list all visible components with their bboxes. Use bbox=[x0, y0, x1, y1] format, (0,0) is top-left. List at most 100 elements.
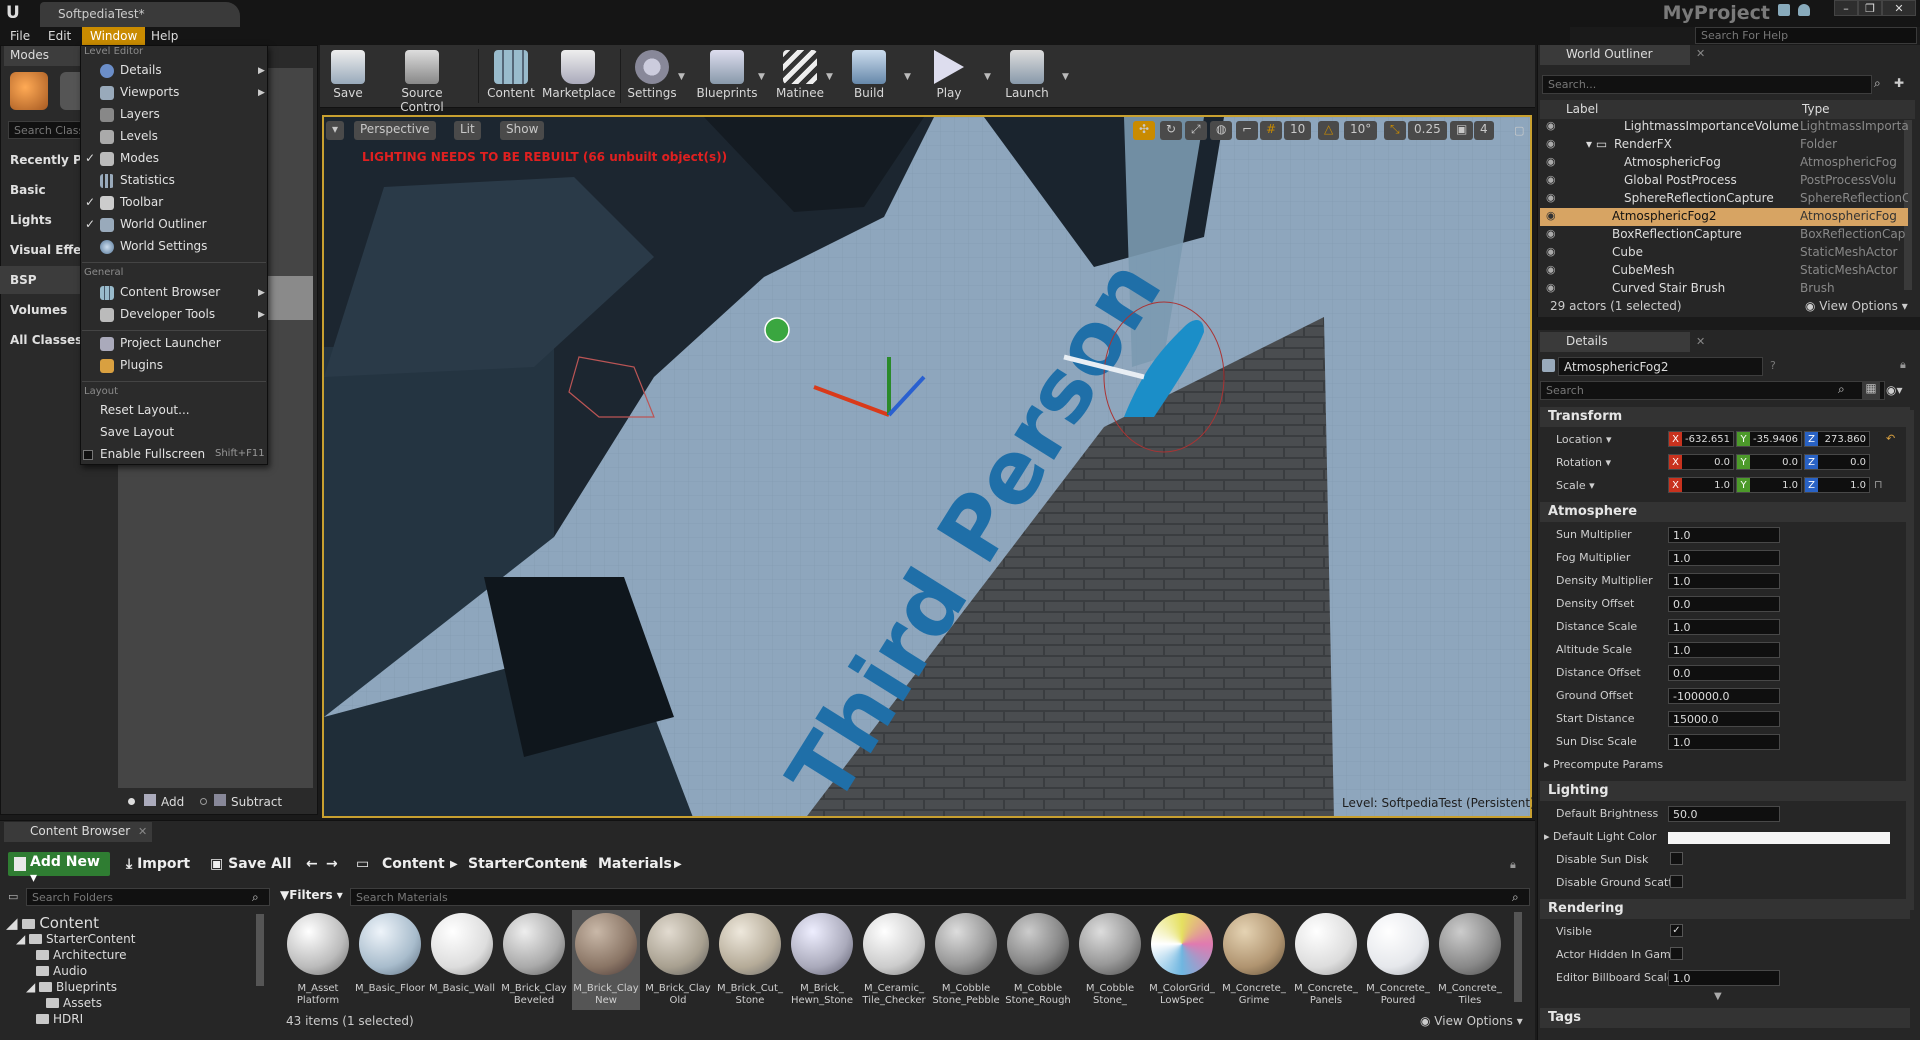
asset-tile[interactable]: M_Cobble Stone_Pebble bbox=[932, 910, 1000, 1010]
scale-lock-icon[interactable]: ⊓ bbox=[1874, 478, 1883, 491]
build-dropdown-icon[interactable]: ▼ bbox=[904, 72, 911, 82]
section-transform[interactable]: Transform bbox=[1540, 407, 1910, 427]
camera-speed-icon[interactable]: ▣ bbox=[1450, 121, 1474, 140]
disable-sun-disk-checkbox[interactable] bbox=[1670, 852, 1683, 865]
blueprints-button[interactable]: Blueprints bbox=[696, 46, 758, 106]
asset-tile[interactable]: M_Concrete_ Panels bbox=[1292, 910, 1360, 1010]
table-row[interactable]: ◉ LightmassImportanceVolume LightmassImpor… bbox=[1540, 118, 1908, 136]
eye-icon[interactable]: ◉ bbox=[1546, 227, 1556, 240]
tree-item-audio[interactable]: Audio bbox=[36, 964, 87, 978]
table-row[interactable]: ◉ ▾ ▭ RenderFX Folder bbox=[1540, 136, 1908, 154]
eye-icon[interactable]: ◉ bbox=[1546, 281, 1556, 294]
eye-icon[interactable]: ◉ bbox=[1546, 173, 1556, 186]
viewport-options-button[interactable]: ▾ bbox=[326, 121, 345, 140]
breadcrumb-arrow-icon[interactable]: ▶ bbox=[674, 859, 682, 870]
asset-tile-selected[interactable]: M_Brick_Clay New bbox=[572, 910, 640, 1010]
lock-icon[interactable]: 🔒︎ bbox=[1900, 358, 1906, 372]
eye-icon[interactable]: ◉▾ bbox=[1886, 383, 1903, 397]
broadcast-icon[interactable] bbox=[1798, 4, 1810, 16]
help-icon[interactable]: ? bbox=[1770, 359, 1776, 372]
outliner-search-input[interactable]: Search... bbox=[1542, 75, 1872, 94]
eye-icon[interactable]: ◉ bbox=[1546, 209, 1556, 222]
rotation-label[interactable]: Rotation ▾ bbox=[1556, 456, 1611, 469]
tree-item-blueprints[interactable]: ◢ Blueprints bbox=[26, 980, 117, 994]
expand-advanced-icon[interactable]: ▼ bbox=[1714, 991, 1722, 1002]
table-row[interactable]: ◉ BoxReflectionCapture BoxReflectionCap bbox=[1540, 226, 1908, 244]
history-forward-icon[interactable]: → bbox=[326, 856, 338, 872]
build-button[interactable]: Build bbox=[848, 46, 890, 106]
matinee-button[interactable]: Matinee bbox=[774, 46, 826, 106]
reset-arrow-icon[interactable]: ↶ bbox=[1886, 432, 1895, 445]
precompute-params-expander[interactable]: ▸ Precompute Params bbox=[1544, 758, 1663, 771]
rotation-z-field[interactable]: Z 0.0 bbox=[1804, 454, 1870, 470]
maximize-viewport-icon[interactable]: ▢ bbox=[1514, 124, 1524, 137]
asset-tile[interactable]: M_Cobble Stone_Rough bbox=[1004, 910, 1072, 1010]
table-row[interactable]: ◉ SphereReflectionCapture SphereReflection… bbox=[1540, 190, 1908, 208]
save-button[interactable]: Save bbox=[330, 46, 366, 106]
history-back-icon[interactable]: ← bbox=[306, 856, 318, 872]
scale-mode-icon[interactable]: ⤢ bbox=[1185, 121, 1207, 140]
col-label[interactable]: Label bbox=[1566, 102, 1598, 116]
close-button[interactable]: ✕ bbox=[1882, 0, 1916, 16]
table-row[interactable]: ◉ Cube StaticMeshActor bbox=[1540, 244, 1908, 262]
asset-tile[interactable]: M_Concrete_ Grime bbox=[1220, 910, 1288, 1010]
scale-y-field[interactable]: Y 1.0 bbox=[1736, 477, 1802, 493]
content-browser-tab[interactable]: Content Browser bbox=[4, 822, 152, 842]
prop-value[interactable]: 1.0 bbox=[1668, 619, 1780, 635]
table-row[interactable]: ◉ Global PostProcess PostProcessVolu bbox=[1540, 172, 1908, 190]
blueprints-dropdown-icon[interactable]: ▼ bbox=[758, 72, 765, 82]
eye-icon[interactable]: ◉ bbox=[1546, 137, 1556, 150]
location-z-field[interactable]: Z 273.860 bbox=[1804, 431, 1870, 447]
section-atmosphere[interactable]: Atmosphere bbox=[1540, 502, 1910, 522]
eye-icon[interactable]: ◉ bbox=[1546, 191, 1556, 204]
default-brightness-field[interactable]: 50.0 bbox=[1668, 806, 1780, 822]
tree-item-content[interactable]: ◢ Content bbox=[6, 914, 99, 932]
billboard-scale-field[interactable]: 1.0 bbox=[1668, 970, 1780, 986]
notification-icon[interactable] bbox=[1778, 4, 1790, 16]
tree-item-assets[interactable]: Assets bbox=[46, 996, 102, 1010]
prop-value[interactable]: 1.0 bbox=[1668, 734, 1780, 750]
add-radio[interactable] bbox=[128, 798, 135, 805]
camera-speed-value[interactable]: 4 bbox=[1474, 121, 1494, 140]
unreal-logo-icon[interactable]: U bbox=[6, 3, 26, 23]
asset-tile[interactable]: M_Brick_ Hewn_Stone bbox=[788, 910, 856, 1010]
surface-snap-icon[interactable]: ⌐ bbox=[1236, 121, 1259, 140]
actor-name-input[interactable]: AtmosphericFog2 bbox=[1558, 357, 1763, 376]
section-tags[interactable]: Tags bbox=[1540, 1008, 1910, 1028]
rotation-y-field[interactable]: Y 0.0 bbox=[1736, 454, 1802, 470]
asset-tile[interactable]: M_Ceramic_ Tile_Checker bbox=[860, 910, 928, 1010]
actor-hidden-checkbox[interactable] bbox=[1670, 947, 1683, 960]
breadcrumb-materials[interactable]: Materials bbox=[598, 856, 672, 872]
visible-checkbox[interactable]: ✓ bbox=[1670, 924, 1683, 937]
scale-snap-value[interactable]: 0.25 bbox=[1408, 121, 1447, 140]
details-tab[interactable]: Details bbox=[1540, 332, 1690, 352]
minimize-button[interactable]: – bbox=[1834, 0, 1858, 16]
menu-window[interactable]: Window bbox=[82, 27, 146, 45]
outliner-view-options[interactable]: ◉ View Options ▾ bbox=[1805, 299, 1908, 313]
prop-value[interactable]: 1.0 bbox=[1668, 550, 1780, 566]
location-x-field[interactable]: X -632.651 bbox=[1668, 431, 1734, 447]
table-row-selected[interactable]: ◉ AtmosphericFog2 AtmosphericFog bbox=[1540, 208, 1908, 226]
prop-value[interactable]: 1.0 bbox=[1668, 527, 1780, 543]
level-viewport[interactable]: Third Person bbox=[322, 115, 1532, 818]
launch-dropdown-icon[interactable]: ▼ bbox=[1062, 72, 1069, 82]
play-button[interactable]: Play bbox=[928, 46, 970, 106]
asset-tile[interactable]: M_Brick_Cut_ Stone bbox=[716, 910, 784, 1010]
filters-button[interactable]: ▼Filters ▾ bbox=[280, 888, 343, 902]
tree-item-hdri[interactable]: HDRI bbox=[36, 1012, 83, 1026]
marketplace-button[interactable]: Marketplace bbox=[542, 46, 616, 106]
world-outliner-tab[interactable]: World Outliner bbox=[1540, 45, 1690, 65]
breadcrumb-arrow-icon[interactable]: ▶ bbox=[580, 859, 588, 870]
tree-item-architecture[interactable]: Architecture bbox=[36, 948, 126, 962]
location-label[interactable]: Location ▾ bbox=[1556, 433, 1612, 446]
breadcrumb-starter-content[interactable]: StarterContent bbox=[468, 856, 587, 872]
tree-item-starter-content[interactable]: ◢ StarterContent bbox=[16, 932, 135, 946]
menu-item-save-layout[interactable]: Save Layout bbox=[82, 422, 266, 444]
add-actor-icon[interactable]: ✚ bbox=[1894, 76, 1904, 90]
help-search-input[interactable]: Search For Help bbox=[1695, 27, 1917, 44]
show-button[interactable]: Show bbox=[500, 121, 545, 140]
prop-value[interactable]: -100000.0 bbox=[1668, 688, 1780, 704]
asset-scrollbar[interactable] bbox=[1514, 912, 1522, 1002]
subtract-radio[interactable] bbox=[200, 798, 207, 805]
scale-label[interactable]: Scale ▾ bbox=[1556, 479, 1595, 492]
